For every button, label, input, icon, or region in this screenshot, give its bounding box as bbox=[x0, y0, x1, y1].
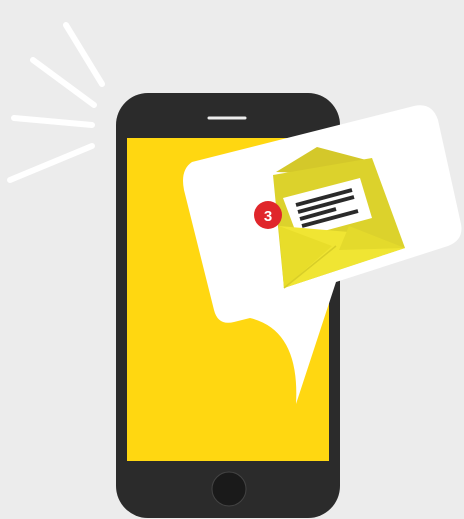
vibration-line-1 bbox=[63, 22, 105, 87]
illustration-scene: 3 bbox=[0, 0, 464, 519]
vibration-lines-icon bbox=[7, 22, 105, 183]
vibration-line-4 bbox=[7, 143, 95, 183]
vibration-line-3 bbox=[11, 115, 95, 128]
vibration-line-2 bbox=[30, 57, 97, 108]
illustration-svg: 3 bbox=[7, 22, 462, 518]
badge-count: 3 bbox=[264, 208, 272, 225]
notification-badge: 3 bbox=[254, 201, 282, 229]
home-button-icon bbox=[211, 471, 247, 507]
